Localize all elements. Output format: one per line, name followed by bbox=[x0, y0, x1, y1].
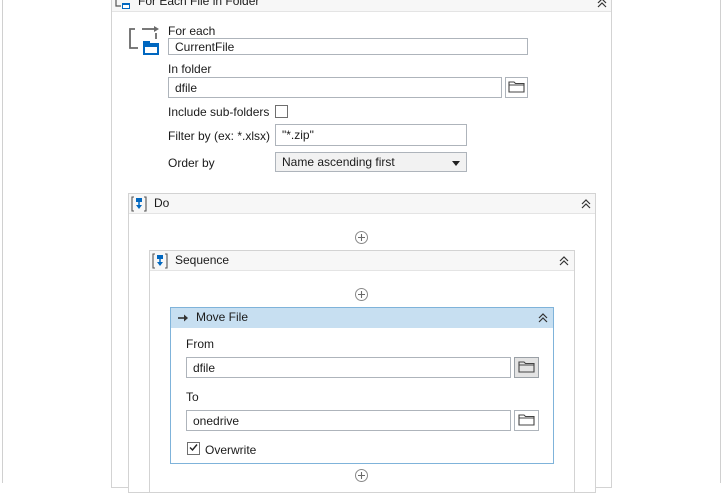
move-file-icon bbox=[176, 312, 190, 324]
sequence-title: Sequence bbox=[175, 253, 230, 267]
overwrite-label: Overwrite bbox=[205, 443, 257, 457]
do-block-header[interactable] bbox=[129, 194, 595, 214]
to-path-input[interactable]: onedrive bbox=[186, 410, 511, 431]
dropdown-arrow-icon bbox=[452, 155, 460, 169]
for-each-label: For each bbox=[168, 24, 216, 38]
from-path-input[interactable]: dfile bbox=[186, 357, 511, 378]
foreach-large-icon bbox=[126, 26, 162, 58]
add-activity-icon[interactable] bbox=[355, 231, 368, 244]
include-subfolders-checkbox[interactable] bbox=[275, 105, 288, 118]
checkbox-icon bbox=[188, 442, 199, 456]
folder-icon bbox=[508, 80, 525, 96]
browse-folder-button[interactable] bbox=[505, 77, 528, 98]
to-label: To bbox=[186, 390, 199, 404]
order-by-select[interactable]: Name ascending first bbox=[275, 152, 467, 172]
in-folder-label: In folder bbox=[168, 62, 212, 76]
move-file-title: Move File bbox=[196, 310, 249, 324]
in-folder-input[interactable]: dfile bbox=[168, 77, 502, 98]
filter-input[interactable]: "*.zip" bbox=[275, 124, 467, 146]
outer-border-left bbox=[2, 0, 3, 483]
add-activity-icon[interactable] bbox=[355, 288, 368, 301]
foreach-activity-title: For Each File in Folder bbox=[138, 0, 260, 8]
include-subfolders-label: Include sub-folders bbox=[168, 105, 270, 119]
filter-label: Filter by (ex: *.xlsx) bbox=[168, 129, 271, 143]
for-each-variable-input[interactable]: CurrentFile bbox=[168, 38, 528, 55]
folder-icon bbox=[518, 360, 535, 376]
overwrite-checkbox[interactable] bbox=[187, 442, 200, 455]
move-file-card[interactable] bbox=[170, 307, 554, 464]
do-collapse-icon[interactable] bbox=[579, 197, 593, 211]
sequence-collapse-icon[interactable] bbox=[557, 254, 571, 268]
sequence-icon bbox=[152, 253, 168, 269]
to-browse-button[interactable] bbox=[514, 410, 539, 431]
collapse-icon[interactable] bbox=[595, 0, 609, 10]
folder-icon bbox=[518, 413, 535, 429]
do-block-title: Do bbox=[154, 196, 170, 210]
order-by-value: Name ascending first bbox=[282, 155, 395, 169]
from-browse-button[interactable] bbox=[514, 357, 539, 378]
from-label: From bbox=[186, 337, 214, 351]
outer-border-right bbox=[720, 0, 721, 483]
do-icon bbox=[131, 196, 147, 212]
add-activity-icon[interactable] bbox=[355, 469, 368, 482]
move-file-collapse-icon[interactable] bbox=[536, 311, 550, 325]
order-by-label: Order by bbox=[168, 156, 215, 170]
foreach-icon bbox=[114, 0, 132, 11]
